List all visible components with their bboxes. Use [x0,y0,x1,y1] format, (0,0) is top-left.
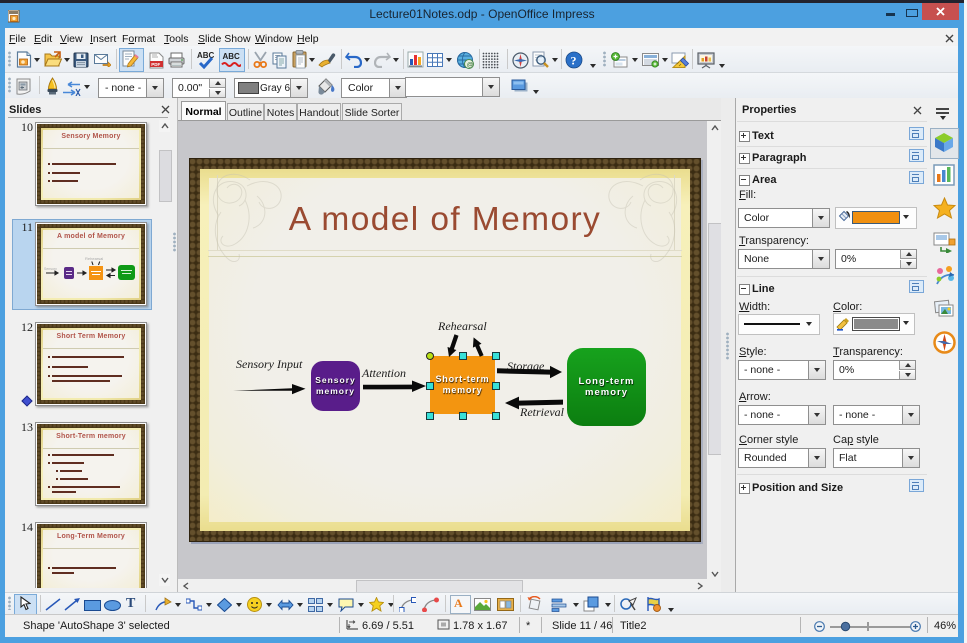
svg-text:Rehearsal: Rehearsal [85,256,103,261]
svg-text:@: @ [467,62,474,69]
svg-text:ABC: ABC [223,52,241,61]
svg-text:Sensory: Sensory [44,267,57,271]
svg-text:PDF: PDF [151,62,160,67]
svg-text:?: ? [571,54,577,68]
